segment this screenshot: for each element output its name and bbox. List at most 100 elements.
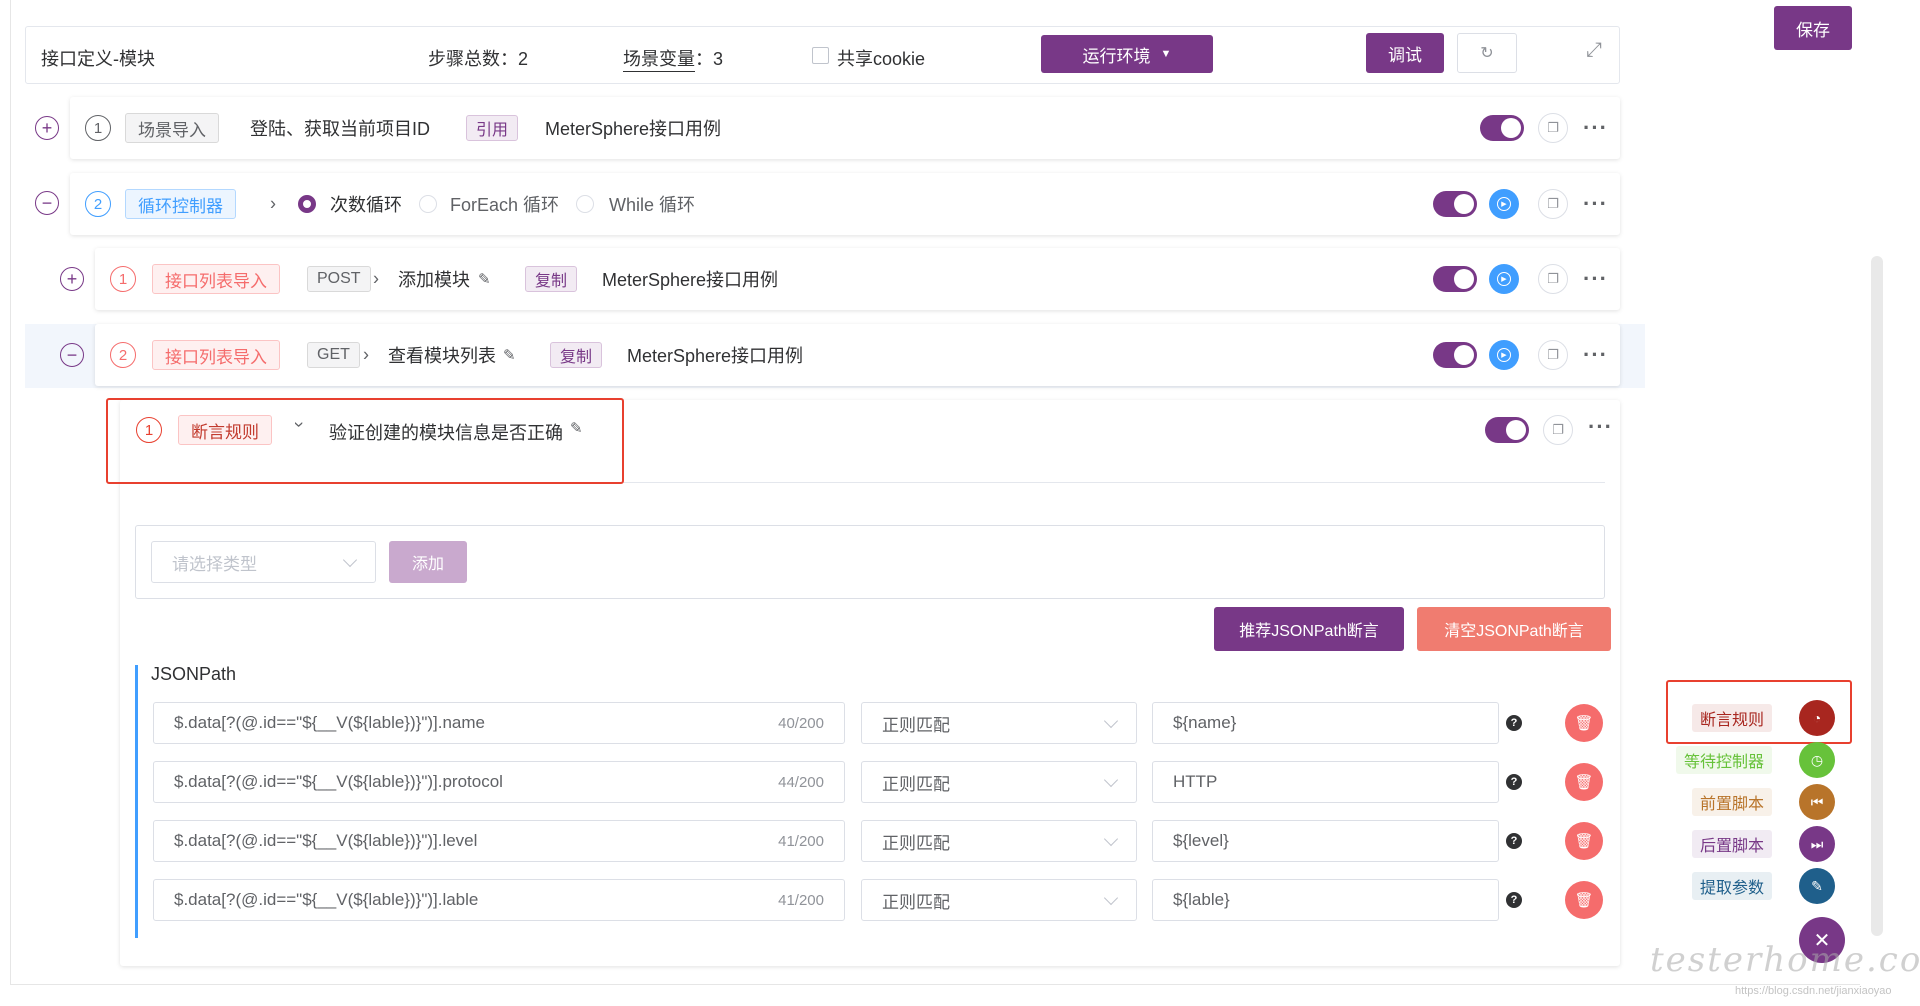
chevron-right-icon[interactable]: › (270, 194, 276, 215)
scenario-header: 接口定义-模块 步骤总数：2 场景变量 ：3 共享cookie 运行环境 ▼ 调… (25, 26, 1620, 84)
char-count: 44/200 (778, 773, 824, 791)
copy-icon[interactable]: ❐ (1538, 113, 1568, 143)
side-menu-label[interactable]: 断言规则 (1691, 704, 1772, 732)
clock-icon[interactable]: ◷ (1799, 742, 1835, 778)
post-script-icon[interactable]: ⏭ (1799, 826, 1835, 862)
help-icon[interactable]: ? (1506, 892, 1522, 908)
fullscreen-icon[interactable]: ⤢ (1586, 39, 1602, 62)
share-cookie-checkbox[interactable] (812, 47, 829, 64)
chevron-right-icon[interactable]: › (373, 269, 379, 290)
debug-button-label: 调试 (1388, 45, 1422, 65)
side-menu-label[interactable]: 后置脚本 (1691, 830, 1772, 858)
run-step-icon[interactable]: ▶ (1489, 340, 1519, 370)
enable-toggle[interactable] (1480, 115, 1524, 141)
add-button[interactable]: 添加 (389, 541, 467, 583)
copy-tag: 复制 (525, 266, 578, 292)
side-menu-label[interactable]: 提取参数 (1691, 872, 1772, 900)
match-type-select[interactable]: 正则匹配 (861, 820, 1137, 862)
jsonpath-expression: $.data[?(@.id=="${__V(${lable})}")].prot… (174, 772, 503, 791)
expand-plus-icon[interactable]: + (60, 267, 84, 291)
debug-button[interactable]: 调试 (1366, 33, 1444, 73)
more-icon[interactable]: ··· (1583, 342, 1608, 368)
step-api-get[interactable]: 2 接口列表导入 GET › 查看模块列表 ✎ 复制 MeterSphere接口… (95, 324, 1620, 386)
delete-icon[interactable]: 🗑 (1565, 763, 1603, 801)
assertion-type-container: 请选择类型 添加 (135, 525, 1605, 599)
expand-plus-icon[interactable]: + (35, 116, 59, 140)
run-step-icon[interactable]: ▶ (1489, 189, 1519, 219)
side-menu-label[interactable]: 前置脚本 (1691, 788, 1772, 816)
delete-icon[interactable]: 🗑 (1565, 881, 1603, 919)
loop-foreach-radio[interactable] (419, 195, 437, 213)
chevron-down-icon (1103, 890, 1119, 905)
copy-icon[interactable]: ❐ (1538, 264, 1568, 294)
more-icon[interactable]: ··· (1583, 191, 1608, 217)
delete-icon[interactable]: 🗑 (1565, 704, 1603, 742)
match-type-select[interactable]: 正则匹配 (861, 761, 1137, 803)
step-number: 2 (110, 342, 136, 368)
step-name: 查看模块列表 (388, 346, 496, 366)
run-environment-dropdown[interactable]: 运行环境 ▼ (1041, 35, 1213, 73)
enable-toggle[interactable] (1433, 342, 1477, 368)
loop-while-label: While 循环 (609, 195, 696, 215)
chevron-right-icon[interactable]: › (363, 345, 369, 366)
jsonpath-expression: $.data[?(@.id=="${__V(${lable})}")].labl… (174, 890, 479, 909)
recommend-jsonpath-button[interactable]: 推荐JSONPath断言 (1214, 607, 1404, 651)
refresh-button[interactable]: ↻ (1457, 33, 1517, 73)
step-name: 添加模块 (398, 270, 470, 290)
help-icon[interactable]: ? (1506, 774, 1522, 790)
clear-jsonpath-label: 清空JSONPath断言 (1444, 623, 1584, 640)
help-icon[interactable]: ? (1506, 833, 1522, 849)
more-icon[interactable]: ··· (1583, 115, 1608, 141)
loop-count-radio[interactable] (298, 195, 316, 213)
expected-value-input[interactable]: HTTP (1152, 761, 1499, 803)
expected-value-input[interactable]: ${lable} (1152, 879, 1499, 921)
steps-total: 步骤总数：2 (428, 49, 529, 69)
copy-icon[interactable]: ❐ (1538, 189, 1568, 219)
collapse-minus-icon[interactable]: − (35, 191, 59, 215)
scrollbar[interactable] (1871, 256, 1883, 936)
copy-icon[interactable]: ❐ (1543, 415, 1573, 445)
refresh-icon: ↻ (1480, 45, 1494, 62)
assertion-type-select[interactable]: 请选择类型 (151, 541, 376, 583)
delete-icon[interactable]: 🗑 (1565, 822, 1603, 860)
collapse-minus-icon[interactable]: − (60, 343, 84, 367)
edit-icon[interactable]: ✎ (503, 346, 516, 364)
jsonpath-expression-input[interactable]: $.data[?(@.id=="${__V(${lable})}")].leve… (153, 820, 845, 862)
scene-variables-link[interactable]: 场景变量 (623, 45, 695, 72)
jsonpath-expression-input[interactable]: $.data[?(@.id=="${__V(${lable})}")].labl… (153, 879, 845, 921)
jsonpath-expression-input[interactable]: $.data[?(@.id=="${__V(${lable})}")].name… (153, 702, 845, 744)
step-number: 1 (110, 266, 136, 292)
scene-variables-count: ：3 (695, 49, 724, 69)
step-api-post[interactable]: 1 接口列表导入 POST › 添加模块 ✎ 复制 MeterSphere接口用… (95, 248, 1620, 310)
copy-icon[interactable]: ❐ (1538, 340, 1568, 370)
enable-toggle[interactable] (1433, 191, 1477, 217)
help-icon[interactable]: ? (1506, 715, 1522, 731)
loop-while-radio[interactable] (576, 195, 594, 213)
more-icon[interactable]: ··· (1588, 414, 1613, 440)
assertion-type-placeholder: 请选择类型 (172, 554, 257, 574)
clear-jsonpath-button[interactable]: 清空JSONPath断言 (1417, 607, 1611, 651)
char-count: 41/200 (778, 891, 824, 909)
assertion-icon[interactable]: ◔ (1799, 700, 1835, 736)
jsonpath-expression-input[interactable]: $.data[?(@.id=="${__V(${lable})}")].prot… (153, 761, 845, 803)
more-icon[interactable]: ··· (1583, 266, 1608, 292)
run-step-icon[interactable]: ▶ (1489, 264, 1519, 294)
match-type-select[interactable]: 正则匹配 (861, 879, 1137, 921)
jsonpath-expression: $.data[?(@.id=="${__V(${lable})}")].name (174, 713, 485, 732)
side-menu-label[interactable]: 等待控制器 (1675, 746, 1772, 774)
step-loop-controller[interactable]: 2 循环控制器 › 次数循环 ForEach 循环 While 循环 ▶ ❐ ·… (70, 173, 1620, 235)
expected-value-input[interactable]: ${level} (1152, 820, 1499, 862)
enable-toggle[interactable] (1485, 417, 1529, 443)
extract-icon[interactable]: ✎ (1799, 868, 1835, 904)
enable-toggle[interactable] (1433, 266, 1477, 292)
method-tag: POST (307, 266, 371, 292)
step-scene-import[interactable]: 1 场景导入 登陆、获取当前项目ID 引用 MeterSphere接口用例 ❐ … (70, 97, 1620, 159)
project-name: MeterSphere接口用例 (627, 346, 804, 366)
pre-script-icon[interactable]: ⏮ (1799, 784, 1835, 820)
edit-icon[interactable]: ✎ (478, 270, 491, 288)
save-button[interactable]: 保存 (1774, 6, 1852, 50)
match-type-select[interactable]: 正则匹配 (861, 702, 1137, 744)
expected-value-input[interactable]: ${name} (1152, 702, 1499, 744)
match-type-value: 正则匹配 (882, 715, 950, 735)
add-button-label: 添加 (411, 556, 444, 573)
